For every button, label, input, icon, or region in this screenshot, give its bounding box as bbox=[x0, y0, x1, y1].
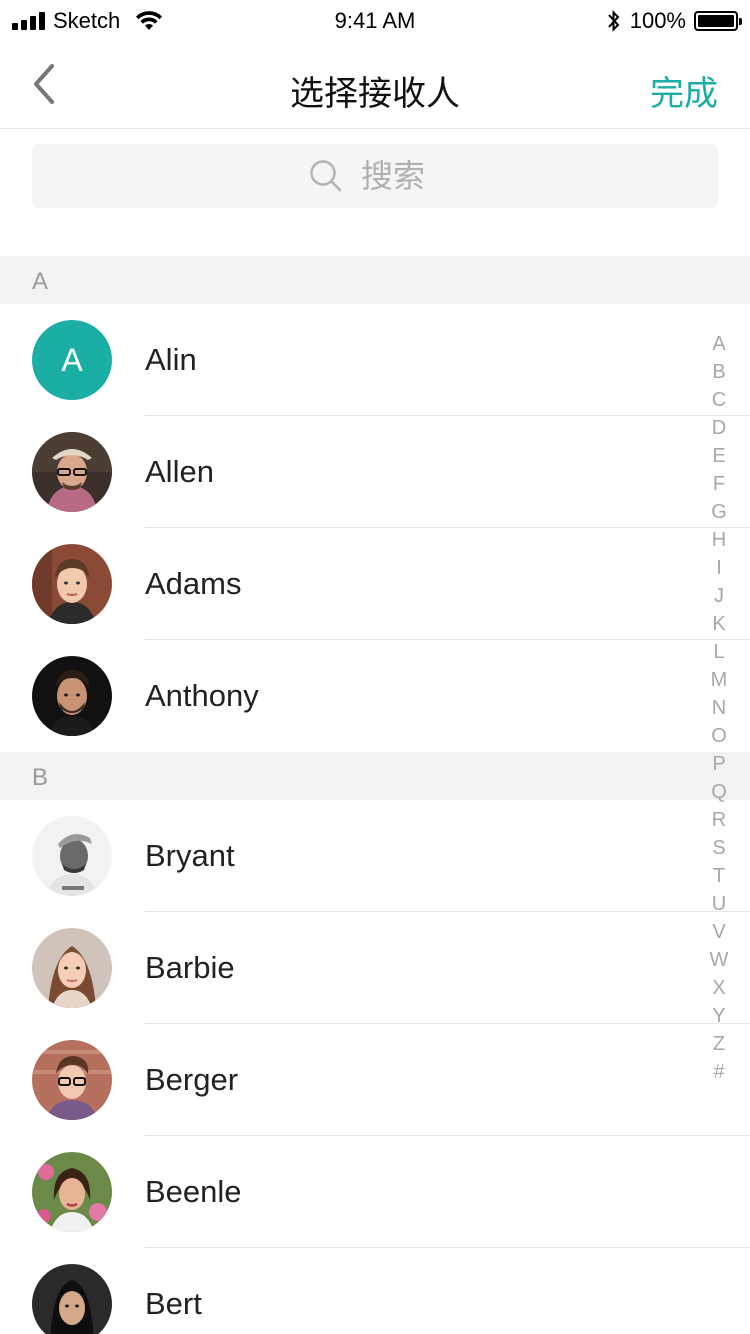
avatar bbox=[32, 432, 112, 512]
section-letter: A bbox=[32, 268, 49, 295]
index-letter-g[interactable]: G bbox=[704, 498, 734, 526]
contact-row-barbie[interactable]: Barbie bbox=[0, 912, 750, 1024]
avatar bbox=[32, 816, 112, 896]
index-letter-z[interactable]: Z bbox=[704, 1030, 734, 1058]
avatar bbox=[32, 1040, 112, 1120]
contact-row-beenle[interactable]: Beenle bbox=[0, 1136, 750, 1248]
section-header-a: A bbox=[0, 256, 750, 304]
index-letter-r[interactable]: R bbox=[704, 806, 734, 834]
contact-name: Barbie bbox=[145, 950, 235, 985]
contact-picker-screen: Sketch 9:41 AM 100% 选择接收人 完成 搜索 A A Alin… bbox=[0, 0, 750, 1334]
index-letter-q[interactable]: Q bbox=[704, 778, 734, 806]
contact-row-anthony[interactable]: Anthony bbox=[0, 640, 750, 752]
contact-row-adams[interactable]: Adams bbox=[0, 528, 750, 640]
contact-row-bryant[interactable]: Bryant bbox=[0, 800, 750, 912]
avatar bbox=[32, 656, 112, 736]
index-letter-f[interactable]: F bbox=[704, 470, 734, 498]
index-letter-c[interactable]: C bbox=[704, 386, 734, 414]
navigation-bar: 选择接收人 完成 bbox=[0, 40, 750, 129]
index-letter-y[interactable]: Y bbox=[704, 1002, 734, 1030]
done-button[interactable]: 完成 bbox=[650, 66, 718, 115]
contact-name: Alin bbox=[145, 342, 197, 377]
index-letter-b[interactable]: B bbox=[704, 358, 734, 386]
index-letter-d[interactable]: D bbox=[704, 414, 734, 442]
contact-name: Beenle bbox=[145, 1174, 242, 1209]
battery-percentage: 100% bbox=[629, 8, 686, 33]
contact-name: Berger bbox=[145, 1062, 239, 1097]
status-bar: Sketch 9:41 AM 100% bbox=[0, 0, 750, 40]
contact-name: Allen bbox=[145, 454, 214, 489]
index-letter-j[interactable]: J bbox=[704, 582, 734, 610]
contact-row-bert[interactable]: Bert bbox=[0, 1248, 750, 1334]
section-header-b: B bbox=[0, 752, 750, 800]
index-letter-n[interactable]: N bbox=[704, 694, 734, 722]
battery-icon bbox=[694, 11, 742, 31]
section-letter: B bbox=[32, 764, 49, 791]
index-letter-t[interactable]: T bbox=[704, 862, 734, 890]
contact-name: Anthony bbox=[145, 678, 259, 713]
index-letter-w[interactable]: W bbox=[704, 946, 734, 974]
index-letter-i[interactable]: I bbox=[704, 554, 734, 582]
index-letter-h[interactable]: H bbox=[704, 526, 734, 554]
index-letter-u[interactable]: U bbox=[704, 890, 734, 918]
contact-name: Bert bbox=[145, 1286, 202, 1321]
index-letter-p[interactable]: P bbox=[704, 750, 734, 778]
search-bar[interactable] bbox=[32, 144, 718, 208]
contact-row-allen[interactable]: Allen bbox=[0, 416, 750, 528]
contact-name: Adams bbox=[145, 566, 242, 601]
contact-name: Bryant bbox=[145, 838, 235, 873]
index-letter-x[interactable]: X bbox=[704, 974, 734, 1002]
avatar bbox=[32, 1152, 112, 1232]
index-letter-v[interactable]: V bbox=[704, 918, 734, 946]
avatar: A bbox=[32, 320, 112, 400]
avatar bbox=[32, 1264, 112, 1334]
bluetooth-icon bbox=[607, 10, 620, 32]
index-letter-k[interactable]: K bbox=[704, 610, 734, 638]
index-letter-s[interactable]: S bbox=[704, 834, 734, 862]
contact-row-berger[interactable]: Berger bbox=[0, 1024, 750, 1136]
avatar-letter: A bbox=[61, 341, 83, 378]
avatar bbox=[32, 928, 112, 1008]
search-input[interactable] bbox=[361, 157, 441, 195]
index-letter-o[interactable]: O bbox=[704, 722, 734, 750]
contact-row-alin[interactable]: A Alin bbox=[0, 304, 750, 416]
page-title: 选择接收人 bbox=[290, 75, 460, 113]
search-icon bbox=[310, 160, 342, 192]
index-letter-m[interactable]: M bbox=[704, 666, 734, 694]
avatar bbox=[32, 544, 112, 624]
index-letter-a[interactable]: A bbox=[704, 330, 734, 358]
index-letter-l[interactable]: L bbox=[704, 638, 734, 666]
index-letter-hash[interactable]: # bbox=[704, 1058, 734, 1086]
alphabet-index-bar[interactable]: A B C D E F G H I J K L M N O P Q R S T … bbox=[704, 330, 734, 1086]
index-letter-e[interactable]: E bbox=[704, 442, 734, 470]
